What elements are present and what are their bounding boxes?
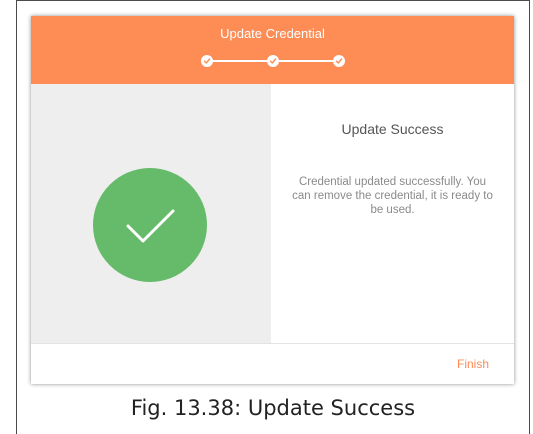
step-3-indicator [333,55,345,67]
dialog-title: Update Credential [220,26,325,41]
checkmark-icon [126,209,175,243]
finish-button[interactable]: Finish [457,357,489,371]
step-2-indicator [267,55,279,67]
check-icon [335,58,343,64]
update-credential-dialog: Update Credential Update Success Credent… [31,16,514,384]
content-panel: Update Success Credential updated succes… [271,84,514,343]
check-icon [203,58,211,64]
step-connector [273,60,339,62]
dialog-footer: Finish [31,343,514,384]
illustration-panel [31,84,271,343]
check-icon [269,58,277,64]
figure-caption: Fig. 13.38: Update Success [130,396,416,420]
success-message: Credential updated successfully. You can… [292,176,493,216]
success-badge [93,168,207,282]
step-connector [207,60,273,62]
success-heading: Update Success [341,121,444,137]
dialog-header: Update Credential [31,16,514,84]
step-1-indicator [201,55,213,67]
